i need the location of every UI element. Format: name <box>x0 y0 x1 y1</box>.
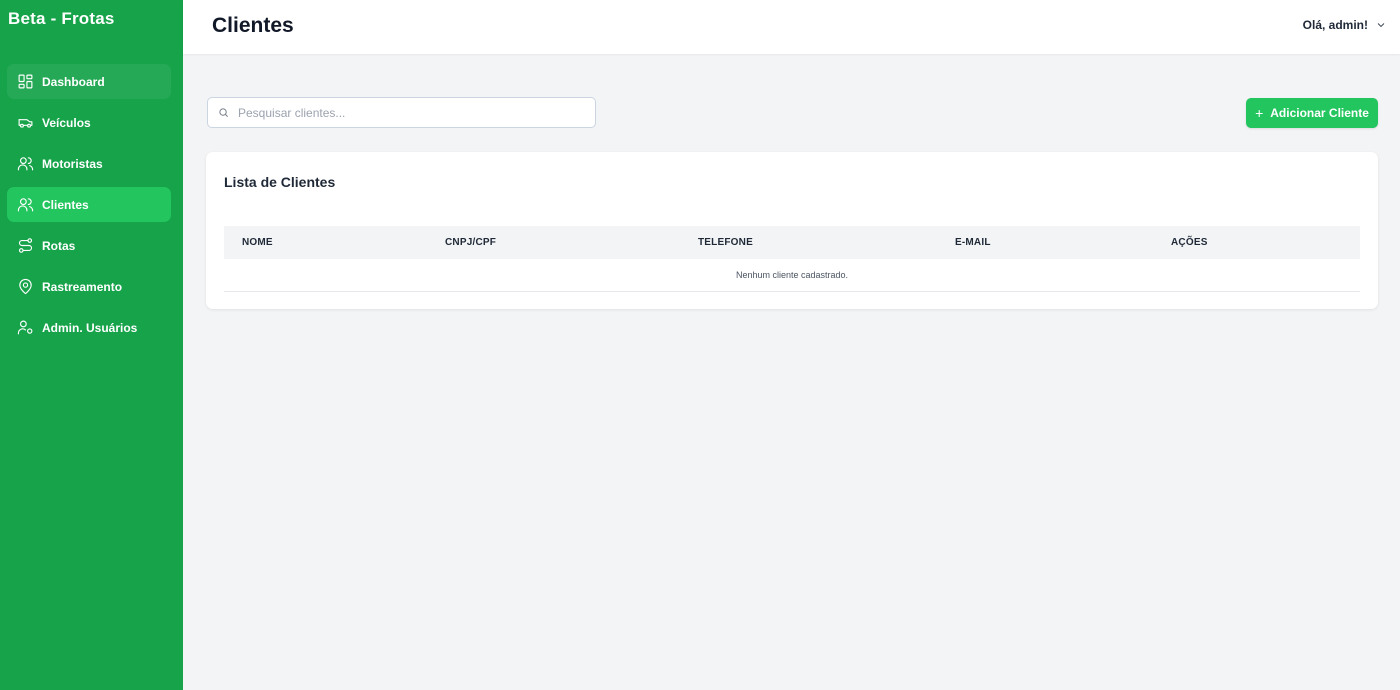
page-title: Clientes <box>212 14 294 37</box>
column-header-nome: NOME <box>242 237 273 248</box>
search-input[interactable] <box>238 105 578 120</box>
route-icon <box>17 237 34 254</box>
sidebar-item-label: Rotas <box>42 238 76 253</box>
add-client-label: Adicionar Cliente <box>1270 106 1369 120</box>
sidebar-item-label: Veículos <box>42 115 91 130</box>
truck-icon <box>17 114 34 131</box>
sidebar-item-label: Dashboard <box>42 74 105 89</box>
sidebar-item-veiculos[interactable]: Veículos <box>7 105 171 140</box>
sidebar-nav: Dashboard Veículos Motoristas Clientes R… <box>7 64 171 351</box>
column-header-acoes: AÇÕES <box>1171 237 1208 248</box>
column-header-cnpj-cpf: CNPJ/CPF <box>445 237 497 248</box>
user-menu[interactable]: Olá, admin! <box>1303 18 1387 32</box>
sidebar-item-rastreamento[interactable]: Rastreamento <box>7 269 171 304</box>
sidebar-item-dashboard[interactable]: Dashboard <box>7 64 171 99</box>
search-box <box>207 97 596 128</box>
sidebar-item-label: Rastreamento <box>42 279 123 294</box>
app-root: Beta - Frotas Dashboard Veículos Motoris… <box>0 0 1400 690</box>
sidebar: Beta - Frotas Dashboard Veículos Motoris… <box>0 0 183 690</box>
sidebar-item-label: Admin. Usuários <box>42 320 138 335</box>
sidebar-item-admin-usuarios[interactable]: Admin. Usuários <box>7 310 171 345</box>
empty-state-message: Nenhum cliente cadastrado. <box>735 270 849 280</box>
brand-title: Beta - Frotas <box>8 9 115 28</box>
card-title: Lista de Clientes <box>224 174 336 190</box>
add-client-button[interactable]: + Adicionar Cliente <box>1246 98 1378 128</box>
main-content: Clientes Olá, admin! + Adicionar Cliente… <box>183 0 1400 690</box>
users-icon <box>17 155 34 172</box>
column-header-email: E-MAIL <box>955 237 991 248</box>
plus-icon: + <box>1255 105 1264 121</box>
chevron-down-icon <box>1377 23 1385 28</box>
column-header-telefone: TELEFONE <box>698 237 753 248</box>
users-icon <box>17 196 34 213</box>
empty-state-row: Nenhum cliente cadastrado. <box>224 259 1360 292</box>
map-pin-icon <box>17 278 34 295</box>
table-header: NOME CNPJ/CPF TELEFONE E-MAIL AÇÕES <box>224 226 1360 259</box>
user-cog-icon <box>17 319 34 336</box>
clients-table: NOME CNPJ/CPF TELEFONE E-MAIL AÇÕES Nenh… <box>224 226 1360 292</box>
sidebar-item-rotas[interactable]: Rotas <box>7 228 171 263</box>
dashboard-icon <box>17 73 34 90</box>
sidebar-item-label: Clientes <box>42 197 89 212</box>
clients-card: Lista de Clientes NOME CNPJ/CPF TELEFONE… <box>206 152 1378 309</box>
sidebar-item-motoristas[interactable]: Motoristas <box>7 146 171 181</box>
user-greeting: Olá, admin! <box>1302 18 1368 32</box>
search-icon <box>219 108 228 117</box>
sidebar-item-label: Motoristas <box>42 156 103 171</box>
top-bar: Clientes Olá, admin! <box>183 0 1400 54</box>
sidebar-item-clientes[interactable]: Clientes <box>7 187 171 222</box>
